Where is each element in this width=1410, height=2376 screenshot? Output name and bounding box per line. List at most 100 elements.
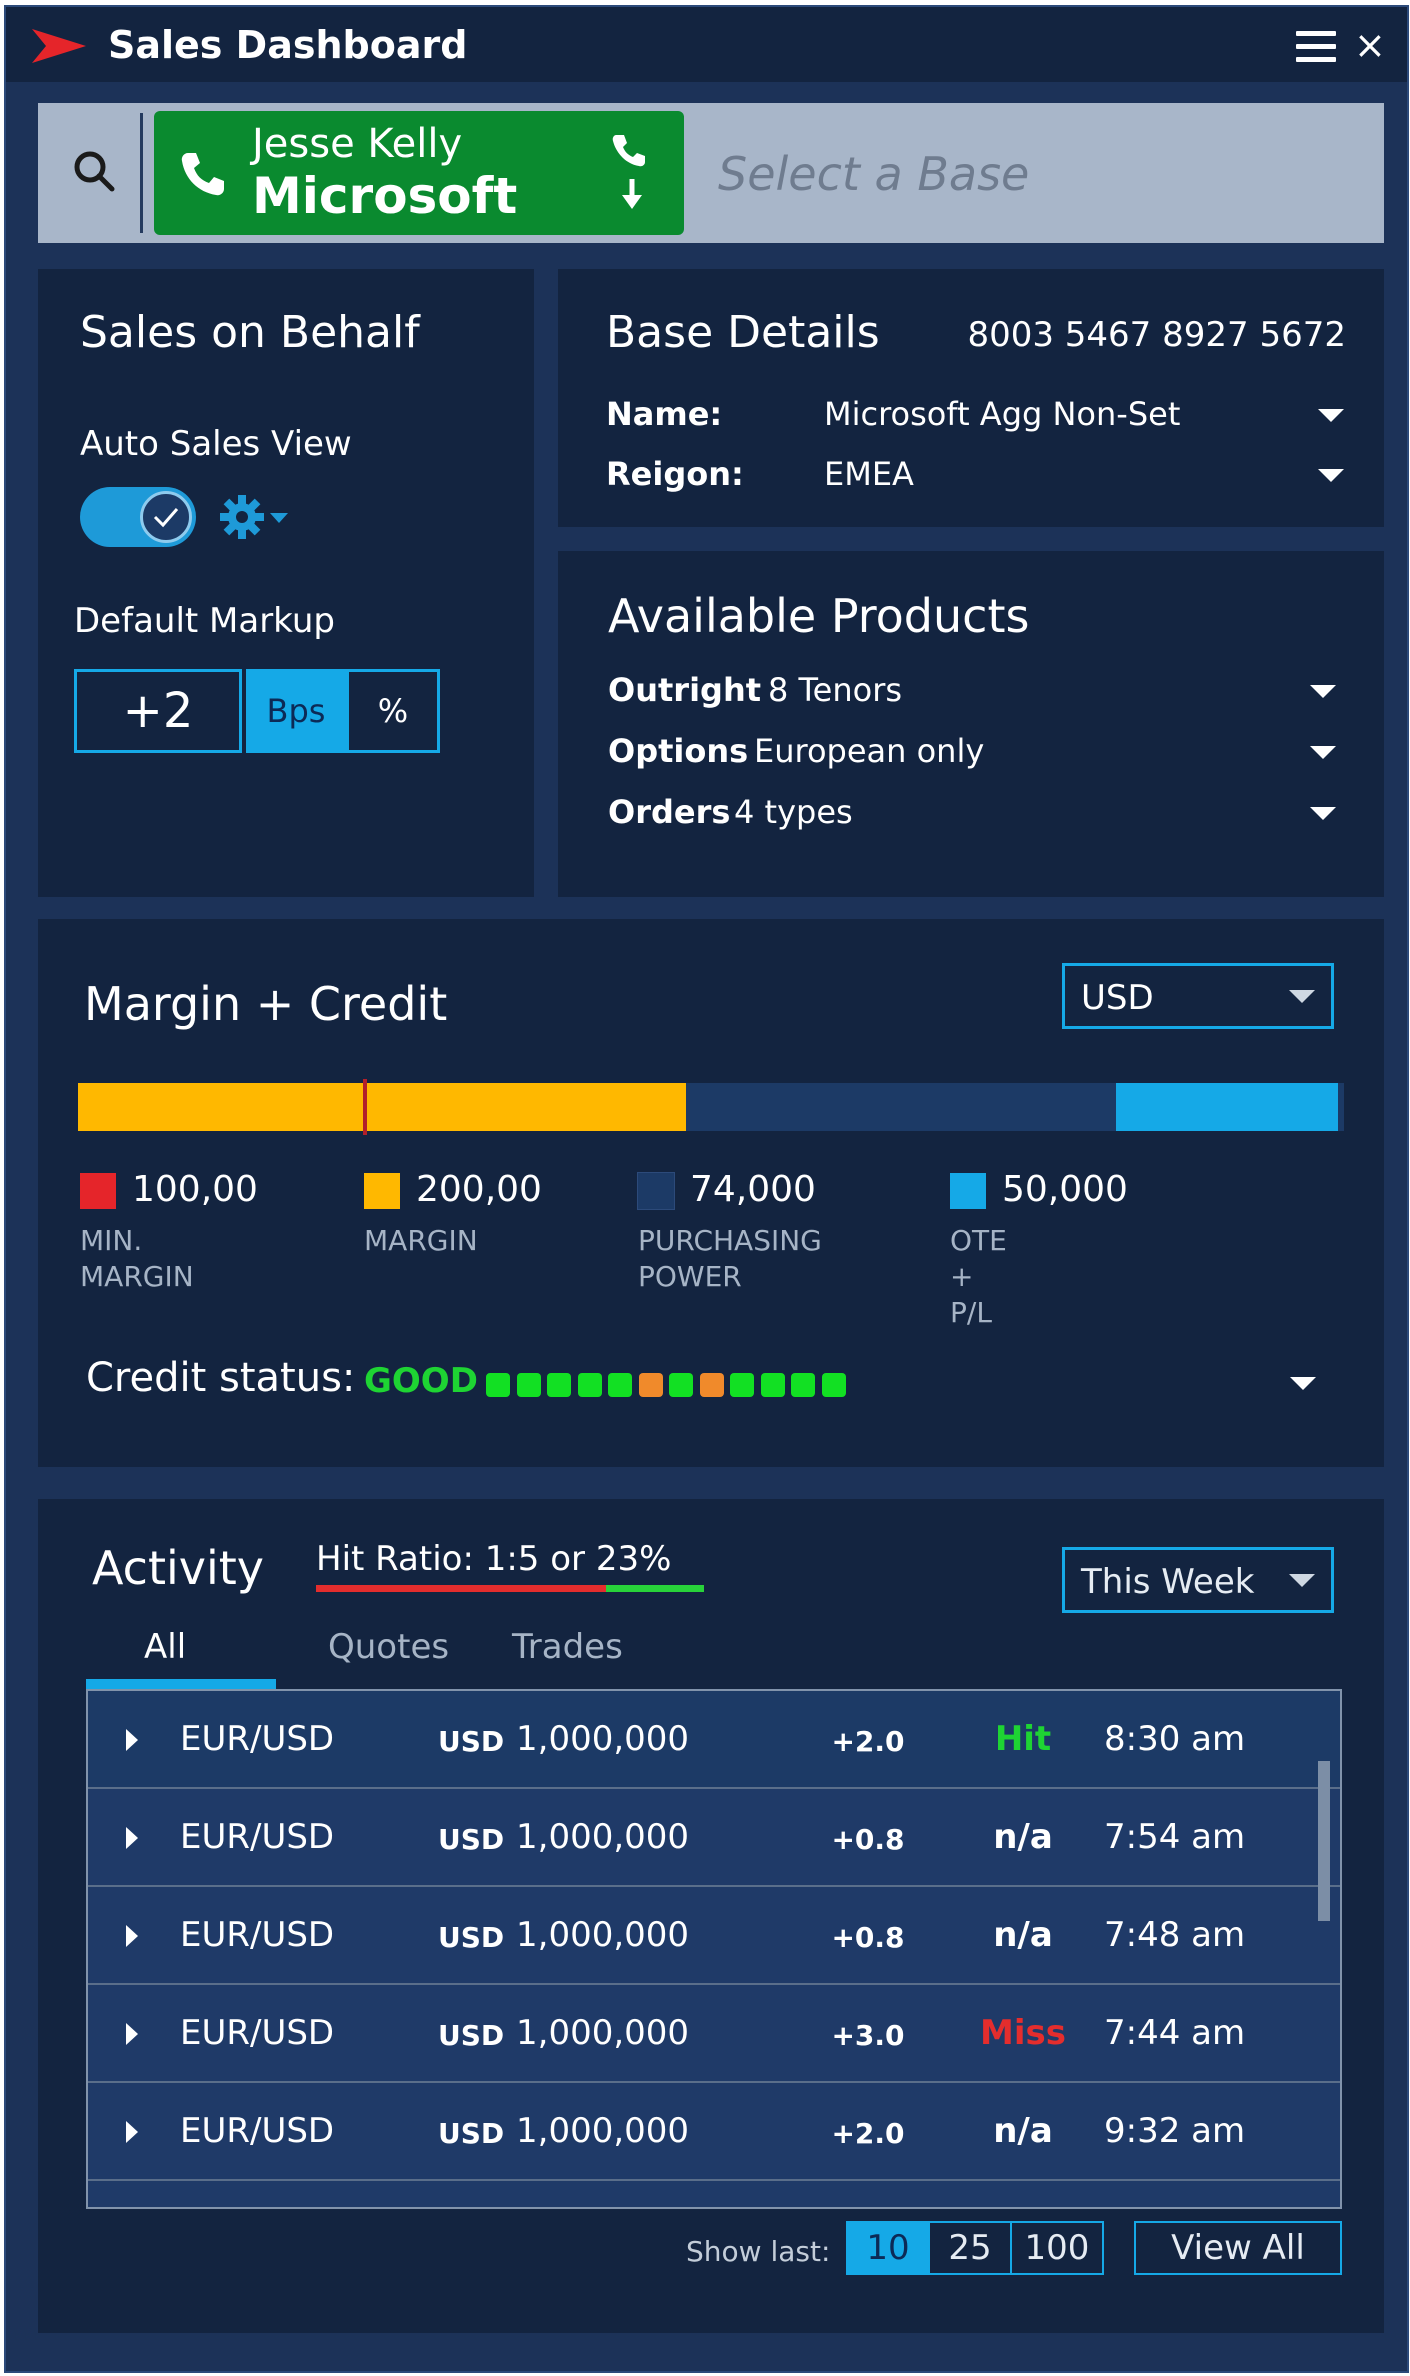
search-divider xyxy=(140,113,143,233)
amount-currency: USD xyxy=(438,1823,505,1856)
activity-table: EUR/USD USD 1,000,000 +2.0 Hit 8:30 am EUR/USD… xyxy=(86,1689,1342,2209)
chevron-down-icon xyxy=(1310,746,1336,759)
product-row-options[interactable]: Options European only xyxy=(608,726,1348,776)
legend-label: MARGIN xyxy=(364,1224,478,1257)
page-size-25-button[interactable]: 25 xyxy=(928,2221,1012,2275)
currency-select[interactable]: USD xyxy=(1062,963,1334,1029)
currency-pair: EUR/USD xyxy=(180,1915,335,1955)
table-row[interactable]: EUR/USD USD 1,000,000 +2.0 n/a 9:32 am xyxy=(88,2083,1340,2181)
credit-dot xyxy=(760,1373,785,1397)
toggle-check-icon xyxy=(140,491,192,543)
legend-swatch xyxy=(80,1173,116,1209)
unit-percent-button[interactable]: % xyxy=(346,669,440,753)
markup-value-input[interactable]: +2 xyxy=(74,669,242,753)
legend-label: MIN. MARGIN xyxy=(80,1224,194,1293)
search-icon[interactable] xyxy=(72,149,116,193)
currency-pair: EUR/USD xyxy=(180,1817,335,1857)
app-title: Sales Dashboard xyxy=(108,23,468,67)
credit-dot xyxy=(608,1373,632,1397)
product-detail: 8 Tenors xyxy=(768,671,903,709)
legend-label: PURCHASING POWER xyxy=(638,1224,822,1293)
table-row[interactable]: EUR/USD USD 1,000,000 +0.8 n/a 7:48 am xyxy=(88,1887,1340,1985)
active-tab-indicator xyxy=(86,1679,276,1689)
tab-quotes[interactable]: Quotes xyxy=(328,1627,449,1667)
table-row[interactable]: EUR/USD USD 1,000,000 +2.0 Hit 8:30 am xyxy=(88,1691,1340,1789)
period-select[interactable]: This Week xyxy=(1062,1547,1334,1613)
show-last-label: Show last: xyxy=(686,2235,831,2268)
chevron-down-icon xyxy=(1289,990,1315,1003)
chevron-down-icon xyxy=(1318,469,1344,482)
chevron-down-icon xyxy=(1290,1377,1316,1390)
product-row-outright[interactable]: Outright 8 Tenors xyxy=(608,665,1348,715)
panel-title: Available Products xyxy=(608,589,1030,643)
legend-value: 50,000 xyxy=(1002,1169,1128,1210)
amount: 1,000,000 xyxy=(516,1817,690,1857)
amount: 1,000,000 xyxy=(516,2111,690,2151)
expand-row-icon[interactable] xyxy=(126,2023,138,2045)
base-region-dropdown[interactable]: Reigon: EMEA xyxy=(606,449,1346,499)
time: 7:44 am xyxy=(1104,2013,1246,2053)
amount: 1,000,000 xyxy=(516,2013,690,2053)
credit-status-value: GOOD xyxy=(364,1361,478,1401)
credit-dot xyxy=(821,1373,846,1397)
purchasing-power-segment xyxy=(685,1083,1117,1131)
table-scrollbar[interactable] xyxy=(1318,1761,1330,1921)
close-icon[interactable]: × xyxy=(1354,25,1386,65)
amount: 1,000,000 xyxy=(516,1915,690,1955)
currency-pair: EUR/USD xyxy=(180,2111,335,2151)
product-name: Orders xyxy=(608,793,731,831)
legend-swatch xyxy=(637,1172,675,1210)
min-margin-marker xyxy=(362,1079,367,1135)
time: 7:54 am xyxy=(1104,1817,1246,1857)
credit-expand-button[interactable] xyxy=(1282,1369,1322,1399)
expand-row-icon[interactable] xyxy=(126,1925,138,1947)
tab-trades[interactable]: Trades xyxy=(512,1627,623,1667)
table-row[interactable]: EUR/USD USD 1,000,000 +0.8 n/a 7:54 am xyxy=(88,1789,1340,1887)
auto-sales-toggle[interactable] xyxy=(80,487,196,547)
credit-dot xyxy=(669,1373,693,1397)
credit-dot xyxy=(638,1373,663,1397)
tab-all[interactable]: All xyxy=(144,1627,186,1667)
auto-sales-label: Auto Sales View xyxy=(80,424,352,464)
expand-row-icon[interactable] xyxy=(126,2121,138,2143)
base-region-key: Reigon: xyxy=(606,455,744,493)
product-row-orders[interactable]: Orders 4 types xyxy=(608,787,1348,837)
base-region-value: EMEA xyxy=(824,455,914,493)
credit-status-label: Credit status: xyxy=(86,1355,356,1401)
margin-segment xyxy=(78,1083,686,1131)
amount-currency: USD xyxy=(438,2019,505,2052)
expand-row-icon[interactable] xyxy=(126,1827,138,1849)
view-all-button[interactable]: View All xyxy=(1134,2221,1342,2275)
phone-icon xyxy=(181,153,224,196)
legend-swatch xyxy=(364,1173,400,1209)
gear-icon[interactable] xyxy=(218,491,292,543)
chevron-down-icon xyxy=(1310,807,1336,820)
expand-row-icon[interactable] xyxy=(126,1729,138,1751)
credit-dot xyxy=(516,1373,541,1397)
credit-dot xyxy=(486,1373,510,1397)
markup: +0.8 xyxy=(831,1823,905,1856)
base-select-input[interactable]: Select a Base xyxy=(718,147,1029,201)
legend-value: 200,00 xyxy=(416,1169,542,1210)
panel-title: Sales on Behalf xyxy=(80,307,420,358)
time: 7:48 am xyxy=(1104,1915,1246,1955)
table-row[interactable]: EUR/USD USD 1,000,000 +3.0 Miss 7:44 am xyxy=(88,1985,1340,2083)
sales-dashboard-window: Sales Dashboard × Jesse Kelly Microsoft … xyxy=(4,5,1409,2373)
result: Hit xyxy=(994,1719,1052,1759)
currency-value: USD xyxy=(1081,978,1154,1018)
result: n/a xyxy=(993,2111,1053,2151)
page-size-100-button[interactable]: 100 xyxy=(1010,2221,1104,2275)
call-transfer-icon[interactable] xyxy=(610,133,654,213)
time: 9:32 am xyxy=(1104,2111,1246,2151)
unit-bps-button[interactable]: Bps xyxy=(246,669,346,753)
table-row[interactable]: EUR/USDUSD1,000,000n/a6:58 am xyxy=(88,2181,1340,2207)
base-name-dropdown[interactable]: Name: Microsoft Agg Non-Set xyxy=(606,389,1346,439)
panel-title: Base Details xyxy=(606,307,880,358)
currency-pair: EUR/USD xyxy=(180,1719,335,1759)
active-contact-chip[interactable]: Jesse Kelly Microsoft xyxy=(154,111,684,235)
credit-dot xyxy=(791,1373,815,1397)
hamburger-menu-icon[interactable] xyxy=(1296,31,1336,65)
result: Miss xyxy=(980,2013,1066,2053)
page-size-10-button[interactable]: 10 xyxy=(846,2221,930,2275)
title-bar: Sales Dashboard × xyxy=(6,7,1407,82)
